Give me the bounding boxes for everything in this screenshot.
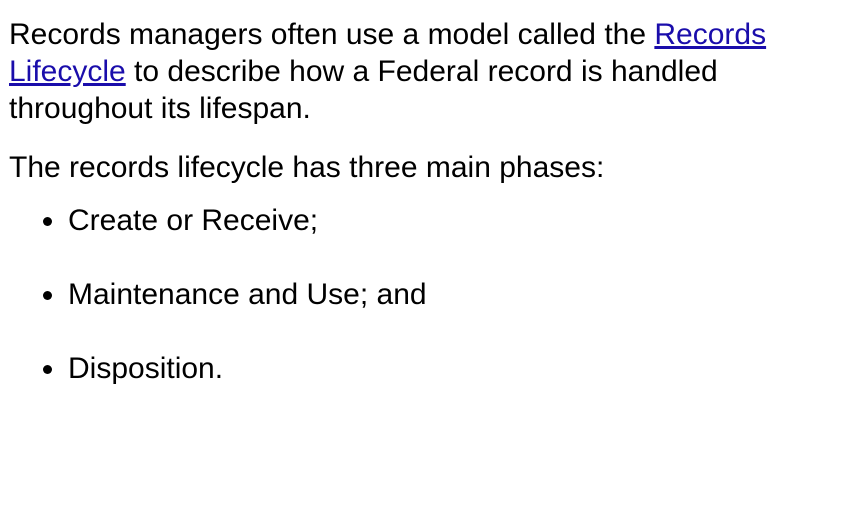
bullet-icon [43, 291, 52, 300]
phase-label: Create or Receive; [68, 204, 319, 237]
bullet-icon [43, 365, 52, 374]
document-body: Records managers often use a model calle… [0, 0, 847, 387]
phase-label: Maintenance and Use; and [68, 278, 427, 311]
list-item: Maintenance and Use; and [43, 276, 847, 313]
phases-list: Create or Receive; Maintenance and Use; … [9, 202, 847, 387]
list-item: Disposition. [43, 350, 847, 387]
phases-intro-paragraph: The records lifecycle has three main pha… [9, 151, 605, 184]
bullet-icon [43, 217, 52, 226]
intro-text-before-link: Records managers often use a model calle… [9, 18, 655, 51]
phase-label: Disposition. [68, 352, 224, 385]
intro-paragraph: Records managers often use a model calle… [9, 16, 847, 127]
list-item: Create or Receive; [43, 202, 847, 239]
